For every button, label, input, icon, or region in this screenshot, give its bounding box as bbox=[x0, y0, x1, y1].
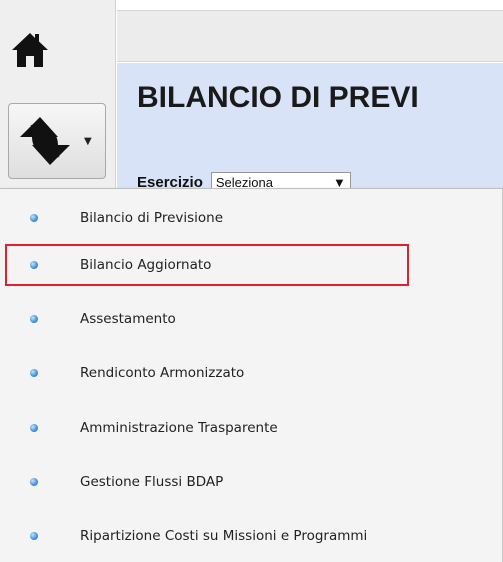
menu-item-label: Amministrazione Trasparente bbox=[80, 420, 278, 436]
left-toolbar: ▼ bbox=[0, 0, 116, 190]
menu-item-label: Bilancio di Previsione bbox=[80, 210, 224, 226]
switch-arrows-icon bbox=[20, 117, 70, 165]
bullet-icon bbox=[30, 315, 38, 323]
bullet-icon bbox=[30, 478, 38, 486]
menu-item-bilancio-di-previsione[interactable]: Bilancio di Previsione bbox=[0, 198, 503, 238]
bullet-icon bbox=[30, 369, 38, 377]
menu-item-label: Gestione Flussi BDAP bbox=[80, 474, 224, 490]
menu-item-label: Ripartizione Costi su Missioni e Program… bbox=[80, 528, 368, 544]
main-content: BILANCIO DI PREVI Esercizio Seleziona ▼ bbox=[117, 63, 503, 192]
menu-item-label: Rendiconto Armonizzato bbox=[80, 365, 245, 381]
page-title: BILANCIO DI PREVI bbox=[137, 81, 419, 114]
menu-item-amministrazione-trasparente[interactable]: Amministrazione Trasparente bbox=[0, 408, 503, 448]
menu-item-ripartizione-costi[interactable]: Ripartizione Costi su Missioni e Program… bbox=[0, 516, 503, 556]
dropdown-menu: Bilancio di Previsione Bilancio Aggiorna… bbox=[0, 188, 503, 562]
top-strip bbox=[117, 10, 503, 62]
menu-item-assestamento[interactable]: Assestamento bbox=[0, 299, 503, 339]
menu-item-label: Assestamento bbox=[80, 311, 176, 327]
menu-item-gestione-flussi-bdap[interactable]: Gestione Flussi BDAP bbox=[0, 462, 503, 502]
bullet-icon bbox=[30, 532, 38, 540]
menu-item-label: Bilancio Aggiornato bbox=[80, 257, 212, 273]
bullet-icon bbox=[30, 424, 38, 432]
bullet-icon bbox=[30, 214, 38, 222]
chevron-down-icon: ▼ bbox=[84, 135, 92, 147]
menu-item-bilancio-aggiornato[interactable]: Bilancio Aggiornato bbox=[0, 245, 503, 285]
home-button[interactable] bbox=[8, 28, 52, 72]
home-icon bbox=[12, 33, 48, 67]
bullet-icon bbox=[30, 261, 38, 269]
switch-menu-button[interactable]: ▼ bbox=[8, 103, 106, 179]
menu-item-rendiconto-armonizzato[interactable]: Rendiconto Armonizzato bbox=[0, 353, 503, 393]
